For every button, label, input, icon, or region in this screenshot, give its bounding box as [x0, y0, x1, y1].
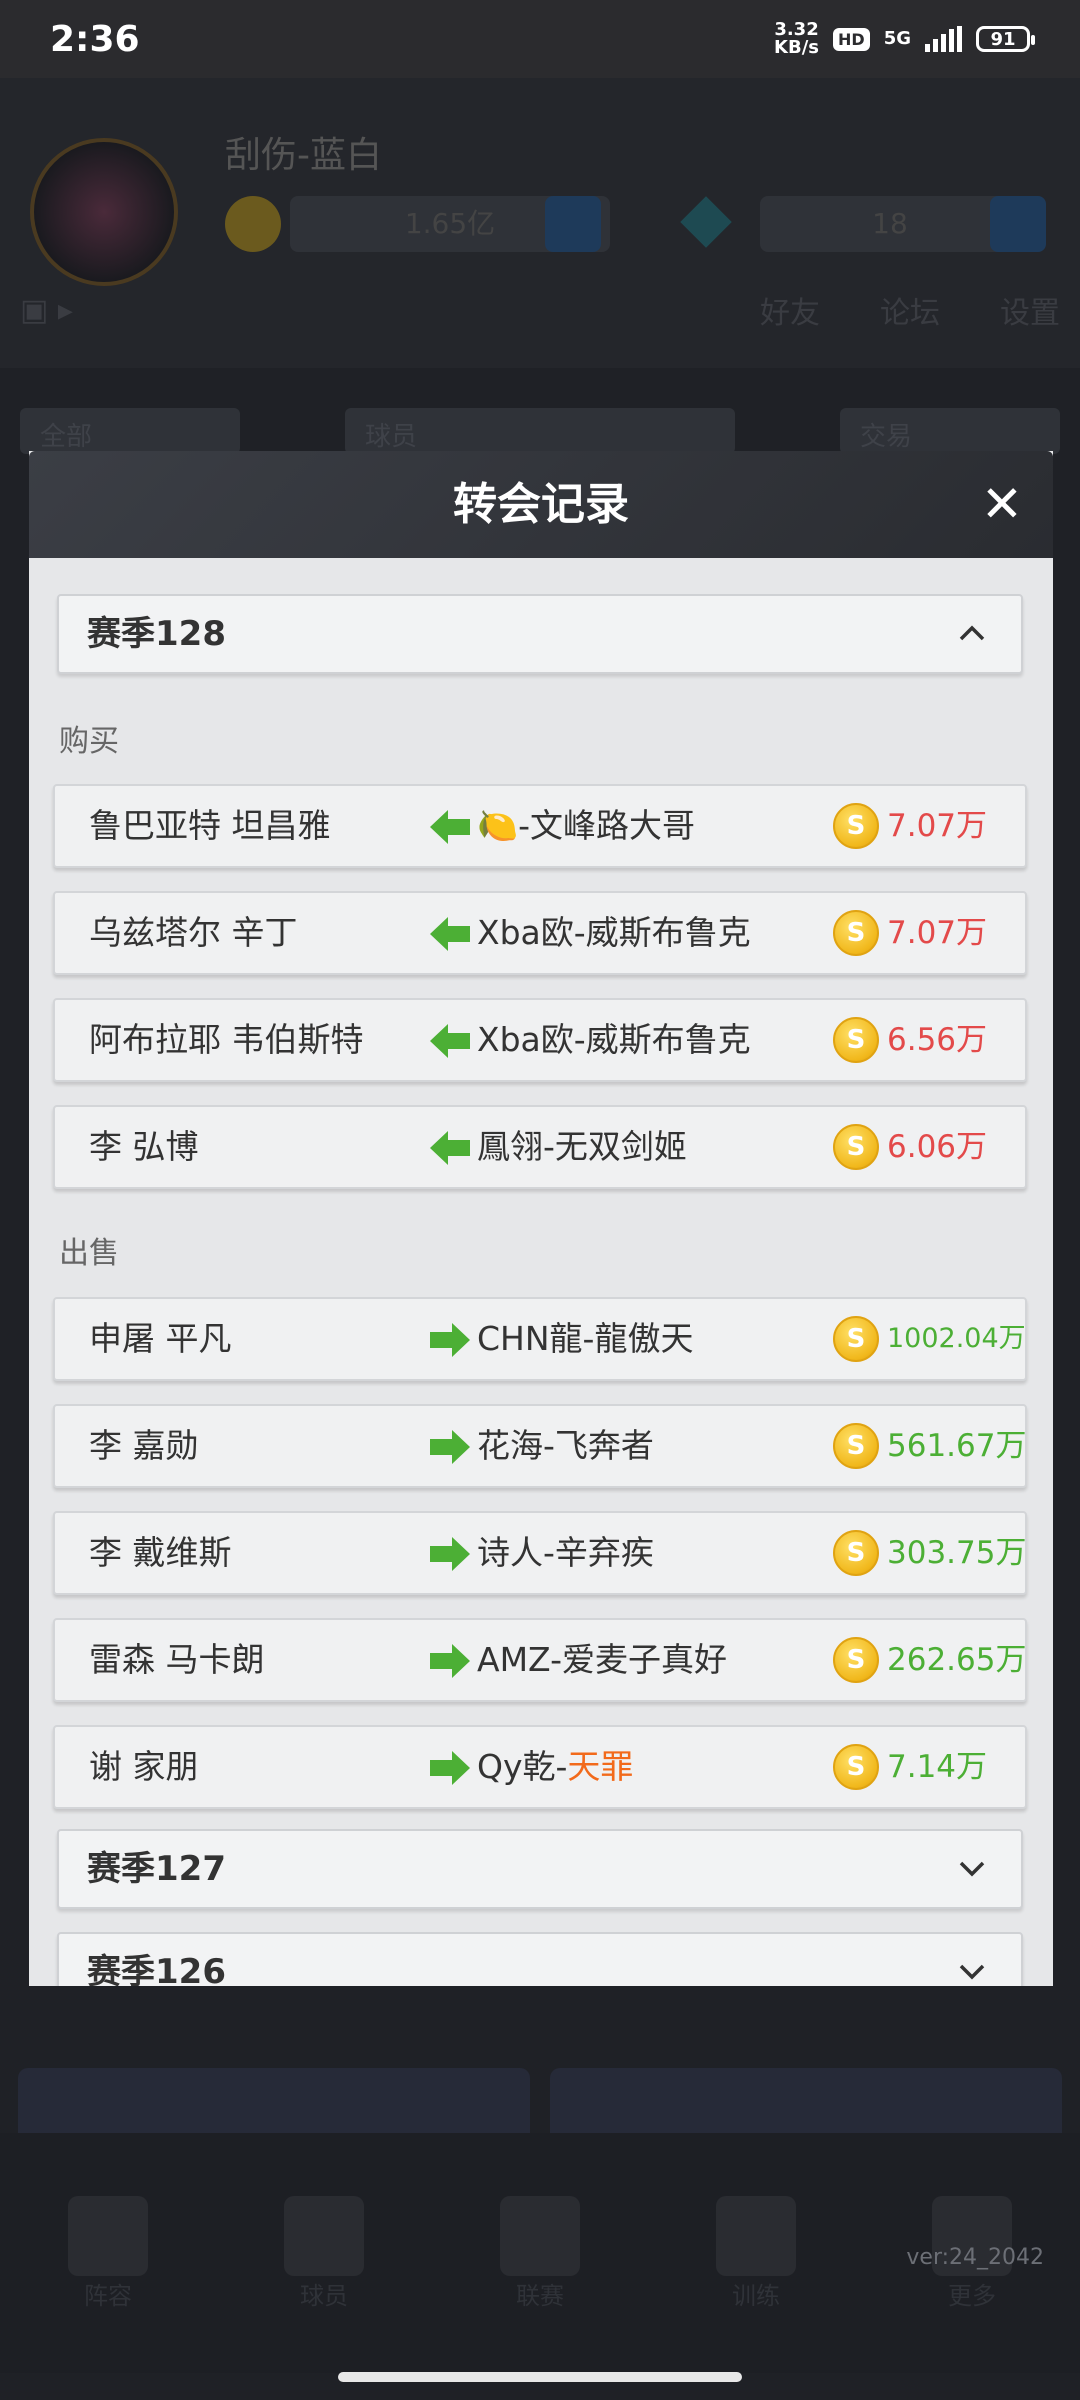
- arrow-right-icon: [430, 1751, 470, 1785]
- sell-record-row[interactable]: 李 嘉勋 花海-飞奔者 S 561.67万: [53, 1404, 1027, 1488]
- sell-record-row[interactable]: 谢 家朋 Qy乾-天罪 S 7.14万: [53, 1725, 1027, 1809]
- network-speed: 3.32 KB/s: [774, 19, 820, 58]
- battery-icon: 91: [976, 26, 1035, 52]
- add-coins-icon: [545, 196, 601, 252]
- buy-record-row[interactable]: 鲁巴亚特 坦昌雅 🍋-文峰路大哥 S 7.07万: [53, 784, 1027, 868]
- arrow-right-icon: [430, 1644, 470, 1678]
- background-tabs: 全部 球员 交易: [20, 408, 1060, 454]
- transfer-price: 7.14万: [887, 1749, 988, 1785]
- coin-icon: S: [833, 1637, 879, 1683]
- arrow-right-icon: [430, 1323, 470, 1357]
- player-name: 申屠 平凡: [89, 1319, 232, 1358]
- team-name: 鳳翎-无双剑姬: [477, 1127, 687, 1166]
- team-name-highlight: 天罪: [567, 1747, 634, 1786]
- team-name: CHN龍-龍傲天: [477, 1319, 694, 1358]
- player-name: 谢 家朋: [89, 1747, 199, 1786]
- player-name: 阿布拉耶 韦伯斯特: [89, 1020, 364, 1059]
- arrow-right-icon: [430, 1537, 470, 1571]
- coin-icon: S: [833, 1316, 879, 1362]
- network-type: 5G: [883, 28, 911, 49]
- player-name: 李 嘉勋: [89, 1426, 199, 1465]
- sell-record-row[interactable]: 申屠 平凡 CHN龍-龍傲天 S 1002.04万: [53, 1297, 1027, 1381]
- transfer-price: 262.65万: [887, 1642, 1027, 1678]
- player-name: 李 弘博: [89, 1127, 199, 1166]
- background-player-name: 刮伤-蓝白: [225, 135, 382, 176]
- season-127-header[interactable]: 赛季127: [57, 1829, 1023, 1909]
- season-label: 赛季126: [87, 1952, 226, 1986]
- transfer-price: 6.56万: [887, 1022, 988, 1058]
- arrow-right-icon: [430, 1430, 470, 1464]
- modal-body: 赛季128 购买 鲁巴亚特 坦昌雅 🍋-文峰路大哥 S 7.07万 乌兹塔尔 辛…: [29, 558, 1053, 1986]
- status-icons: 3.32 KB/s HD 5G 91: [774, 19, 1035, 58]
- buy-record-row[interactable]: 李 弘博 鳳翎-无双剑姬 S 6.06万: [53, 1105, 1027, 1189]
- background-gem-bar: 18: [760, 196, 1020, 252]
- player-name: 雷森 马卡朗: [89, 1640, 265, 1679]
- background-info: ▣ ▸: [20, 293, 73, 328]
- hd-icon: HD: [833, 27, 870, 51]
- sell-record-row[interactable]: 雷森 马卡朗 AMZ-爱麦子真好 S 262.65万: [53, 1618, 1027, 1702]
- team-name: Xba欧-威斯布鲁克: [477, 1020, 751, 1059]
- team-name: Xba欧-威斯布鲁克: [477, 913, 751, 952]
- chevron-down-icon: [959, 1964, 985, 1980]
- player-name: 鲁巴亚特 坦昌雅: [89, 806, 331, 845]
- buy-record-row[interactable]: 阿布拉耶 韦伯斯特 Xba欧-威斯布鲁克 S 6.56万: [53, 998, 1027, 1082]
- season-label: 赛季127: [87, 1849, 226, 1889]
- coin-icon: S: [833, 1530, 879, 1576]
- coin-icon: S: [833, 803, 879, 849]
- coin-icon: S: [833, 1744, 879, 1790]
- team-name: 花海-飞奔者: [477, 1426, 654, 1465]
- chevron-down-icon: [959, 1861, 985, 1877]
- modal-title: 转会记录: [453, 479, 629, 530]
- coin-icon: S: [833, 1124, 879, 1170]
- player-name: 乌兹塔尔 辛丁: [89, 913, 298, 952]
- add-gems-icon: [990, 196, 1046, 252]
- team-name: Qy乾-天罪: [477, 1747, 634, 1786]
- transfer-price: 561.67万: [887, 1428, 1027, 1464]
- status-bar: 2:36 3.32 KB/s HD 5G 91: [0, 0, 1080, 78]
- season-label: 赛季128: [87, 614, 226, 654]
- team-name: 🍋-文峰路大哥: [477, 806, 695, 845]
- season-128-header[interactable]: 赛季128: [57, 594, 1023, 674]
- transfer-record-modal: 转会记录 ✕ 赛季128 购买 鲁巴亚特 坦昌雅 🍋-文峰路大哥 S 7.07万…: [29, 451, 1053, 1986]
- close-icon[interactable]: ✕: [973, 475, 1031, 533]
- arrow-left-icon: [430, 917, 470, 951]
- coin-icon: S: [833, 1423, 879, 1469]
- coin-icon: [225, 196, 281, 252]
- background-top-icons: 好友 论坛 设置: [760, 296, 1060, 331]
- coin-icon: S: [833, 1017, 879, 1063]
- team-name: AMZ-爱麦子真好: [477, 1640, 727, 1679]
- gem-icon: [680, 196, 732, 248]
- player-name: 李 戴维斯: [89, 1533, 232, 1572]
- sell-record-row[interactable]: 李 戴维斯 诗人-辛弃疾 S 303.75万: [53, 1511, 1027, 1595]
- arrow-left-icon: [430, 1131, 470, 1165]
- season-126-header[interactable]: 赛季126: [57, 1932, 1023, 1986]
- sell-section-label: 出售: [59, 1236, 119, 1271]
- team-name: 诗人-辛弃疾: [477, 1533, 654, 1572]
- transfer-price: 1002.04万: [887, 1323, 1026, 1354]
- version-label: ver:24_2042: [906, 2245, 1044, 2270]
- arrow-left-icon: [430, 810, 470, 844]
- transfer-price: 7.07万: [887, 915, 988, 951]
- transfer-price: 303.75万: [887, 1535, 1027, 1571]
- arrow-left-icon: [430, 1024, 470, 1058]
- chevron-up-icon: [959, 625, 985, 641]
- buy-section-label: 购买: [59, 724, 119, 759]
- status-time: 2:36: [50, 18, 140, 60]
- transfer-price: 6.06万: [887, 1129, 988, 1165]
- coin-icon: S: [833, 910, 879, 956]
- modal-header: 转会记录 ✕: [29, 451, 1053, 558]
- background-header: 刮伤-蓝白 1.65亿 18 ▣ ▸ 好友 论坛 设置: [0, 78, 1080, 368]
- buy-record-row[interactable]: 乌兹塔尔 辛丁 Xba欧-威斯布鲁克 S 7.07万: [53, 891, 1027, 975]
- avatar: [30, 138, 178, 286]
- home-indicator[interactable]: [338, 2372, 742, 2382]
- signal-icon: [925, 26, 962, 52]
- transfer-price: 7.07万: [887, 808, 988, 844]
